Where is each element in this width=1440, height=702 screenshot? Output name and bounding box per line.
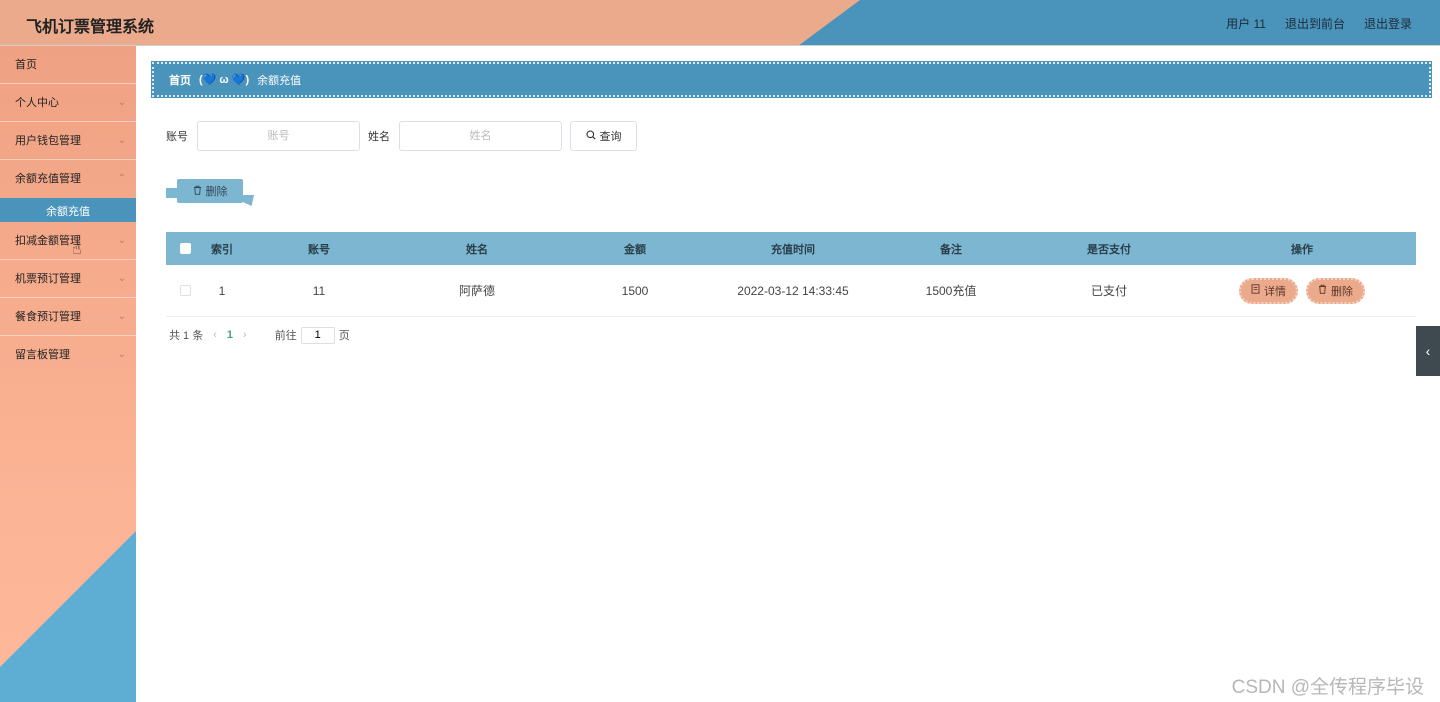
sidebar-item-ticket-booking[interactable]: 机票预订管理 ⌄ [0, 260, 136, 298]
top-header: 飞机订票管理系统 用户 11 退出到前台 退出登录 [0, 0, 1440, 46]
search-icon [585, 129, 596, 143]
table-row: 1 11 阿萨德 1500 2022-03-12 14:33:45 1500充值… [166, 265, 1416, 317]
next-page-icon[interactable]: › [243, 329, 247, 341]
sidebar-item-label: 餐食预订管理 [15, 311, 81, 323]
sidebar-item-meal-booking[interactable]: 餐食预订管理 ⌄ [0, 298, 136, 336]
sidebar-item-label: 机票预订管理 [15, 273, 81, 285]
batch-delete-label: 删除 [205, 186, 228, 198]
page-number-current[interactable]: 1 [227, 329, 233, 341]
goto-label: 前往 [274, 330, 297, 342]
column-header-index: 索引 [211, 243, 233, 256]
row-actions: 详情 删除 [1188, 277, 1416, 304]
account-input[interactable] [197, 121, 360, 151]
cell-paid: 已支付 [1090, 284, 1127, 298]
page-unit-label: 页 [338, 330, 350, 342]
sidebar-item-label: 首页 [15, 59, 37, 71]
user-menu[interactable]: 用户 11 [1226, 15, 1266, 32]
sidebar-item-label: 余额充值管理 [15, 173, 81, 185]
table-header: 索引 账号 姓名 金额 充值时间 备注 是否支付 操作 [166, 232, 1416, 265]
batch-delete-ribbon: 删除 [166, 179, 256, 207]
cell-amount: 1500 [621, 283, 649, 298]
sidebar-item-personal-center[interactable]: 个人中心 ⌄ [0, 84, 136, 122]
chevron-down-icon: ⌄ [117, 235, 126, 246]
breadcrumb-home[interactable]: 首页 [169, 72, 191, 88]
sidebar-item-wallet[interactable]: 用户钱包管理 ⌄ [0, 122, 136, 160]
trash-icon [1318, 284, 1327, 297]
row-select-cell [166, 285, 204, 296]
detail-button[interactable]: 详情 [1239, 277, 1298, 304]
chevron-down-icon: ⌄ [117, 97, 126, 108]
column-header-paid: 是否支付 [1087, 243, 1131, 256]
header-decor-band [798, 0, 1440, 45]
column-header-amount: 金额 [624, 243, 646, 256]
watermark: CSDN @全传程序毕设 [1231, 677, 1424, 698]
header-nav: 用户 11 退出到前台 退出登录 [1226, 15, 1412, 32]
chevron-down-icon: ⌄ [117, 135, 126, 146]
cell-time: 2022-03-12 14:33:45 [737, 283, 849, 298]
sidebar: 首页 ⌄ 个人中心 ⌄ 用户钱包管理 ⌄ 余额充值管理 ⌃ 余额充值 扣减金额管… [0, 46, 136, 702]
sidebar-item-deduction[interactable]: 扣减金额管理 ⌄ [0, 222, 136, 260]
trash-icon [193, 185, 202, 198]
sidebar-item-message-board[interactable]: 留言板管理 ⌄ [0, 336, 136, 374]
cell-actions: 详情 删除 [1188, 277, 1416, 304]
pagination-total: 共 1 条 [169, 330, 204, 342]
goto-page-input[interactable] [300, 326, 335, 344]
hand-cursor-icon: ☝ [72, 241, 82, 258]
breadcrumb: 首页 (💙 ω 💙) 余额充值 [151, 61, 1432, 98]
side-panel-toggle[interactable]: ‹ [1416, 326, 1440, 376]
document-icon [1251, 284, 1260, 297]
column-header-remark: 备注 [940, 243, 962, 256]
row-delete-button[interactable]: 删除 [1306, 277, 1365, 304]
logout-link[interactable]: 退出登录 [1364, 15, 1412, 32]
query-button-label: 查询 [599, 131, 622, 143]
select-all-cell [166, 243, 204, 254]
sidebar-item-home[interactable]: 首页 ⌄ [0, 46, 136, 84]
search-form: 账号 姓名 查询 [166, 121, 637, 151]
chevron-down-icon: ⌄ [117, 349, 126, 360]
cell-index: 1 [218, 283, 226, 298]
select-all-checkbox[interactable] [179, 243, 191, 254]
sidebar-subitem-recharge[interactable]: 余额充值 [0, 198, 136, 222]
ribbon-tail-right [242, 195, 254, 206]
query-button[interactable]: 查询 [570, 121, 637, 151]
breadcrumb-separator: (💙 ω 💙) [199, 74, 250, 86]
row-delete-label: 删除 [1331, 285, 1353, 298]
chevron-up-icon: ⌃ [117, 173, 126, 184]
app-title: 飞机订票管理系统 [26, 19, 155, 36]
name-input[interactable] [399, 121, 562, 151]
sidebar-item-label: 个人中心 [15, 97, 59, 109]
detail-button-label: 详情 [1264, 285, 1286, 298]
name-label: 姓名 [368, 131, 390, 143]
account-label: 账号 [166, 131, 188, 143]
sidebar-item-label: 留言板管理 [15, 349, 70, 361]
recharge-table: 索引 账号 姓名 金额 充值时间 备注 是否支付 操作 1 11 阿萨德 150… [166, 232, 1416, 317]
cell-name: 阿萨德 [458, 284, 495, 298]
column-header-time: 充值时间 [771, 243, 815, 256]
row-checkbox[interactable] [179, 285, 191, 296]
sidebar-item-recharge[interactable]: 余额充值管理 ⌃ [0, 160, 136, 198]
chevron-left-icon: ‹ [1425, 343, 1431, 359]
pagination: 共 1 条 ‹ 1 › 前往 页 [169, 326, 350, 344]
sidebar-menu: 首页 ⌄ 个人中心 ⌄ 用户钱包管理 ⌄ 余额充值管理 ⌃ 余额充值 扣减金额管… [0, 46, 136, 374]
column-header-name: 姓名 [466, 243, 488, 256]
chevron-down-icon: ⌄ [117, 311, 126, 322]
cell-remark: 1500充值 [925, 284, 977, 298]
sidebar-item-label: 用户钱包管理 [15, 135, 81, 147]
chevron-down-icon: ⌄ [117, 273, 126, 284]
cell-account: 11 [312, 283, 326, 298]
column-header-account: 账号 [308, 243, 330, 256]
column-header-actions: 操作 [1291, 243, 1313, 256]
prev-page-icon[interactable]: ‹ [213, 329, 217, 341]
batch-delete-button[interactable]: 删除 [177, 179, 243, 203]
to-frontend-link[interactable]: 退出到前台 [1285, 15, 1345, 32]
breadcrumb-current: 余额充值 [257, 74, 302, 87]
